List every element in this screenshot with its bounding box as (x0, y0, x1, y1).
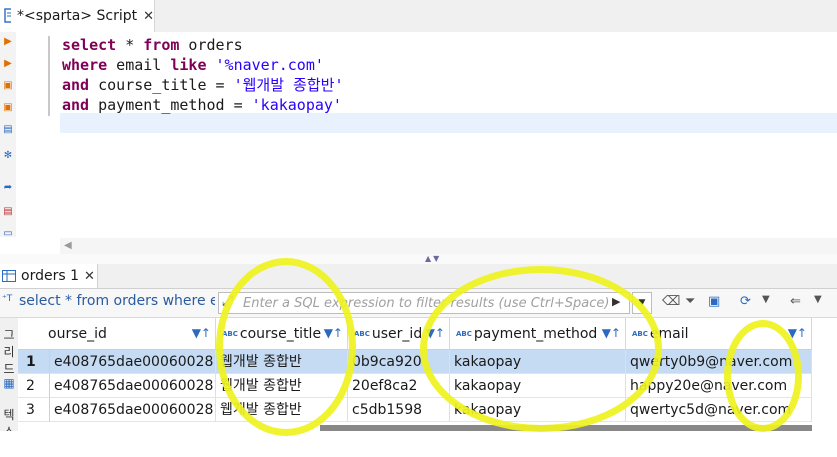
table-cell[interactable]: 웹개발 종합반 (216, 398, 348, 422)
arrow-left-icon[interactable]: ⇐ (790, 294, 801, 309)
chevron-down-icon[interactable]: ▼ (814, 294, 822, 305)
tab-orders-1[interactable]: orders 1 ✕ (0, 264, 98, 288)
expand-icon[interactable]: ⤢ (222, 293, 233, 309)
close-icon[interactable]: ✕ (143, 9, 154, 24)
column-header-user-id[interactable]: ABC user_id ▼↑ (348, 318, 450, 350)
table-cell[interactable]: kakaopay (450, 398, 626, 422)
results-tab-bar (0, 264, 837, 289)
row-number[interactable]: 1 (18, 350, 50, 374)
table-cell[interactable]: 웹개발 종합반 (216, 374, 348, 398)
grid-bottom-area (0, 431, 837, 455)
row-number[interactable]: 3 (18, 398, 50, 422)
table-cell[interactable]: qwertyc5d@naver.com (626, 398, 812, 422)
splitter-toggle-icon[interactable]: ▲▼ (425, 254, 441, 263)
column-header-course-title[interactable]: ABC course_title ▼↑ (216, 318, 348, 350)
table-cell[interactable]: kakaopay (450, 350, 626, 374)
editor-gutter (16, 32, 50, 237)
filter-icon[interactable]: ▼↑ (324, 326, 343, 340)
table-cell[interactable]: e408765dae0006002816 (50, 374, 216, 398)
table-cell[interactable]: 20ef8ca2 (348, 374, 450, 398)
column-header-email[interactable]: ABC email ▼↑ (626, 318, 812, 350)
table-icon (2, 270, 16, 282)
filter-history-dropdown[interactable]: ▼ (632, 292, 652, 314)
filter-icon[interactable]: ▼↑ (788, 326, 807, 340)
fold-marker (48, 36, 50, 116)
load-plan-icon[interactable]: ▣ (2, 102, 14, 114)
export-icon[interactable]: ➦ (2, 182, 14, 194)
filter-icon[interactable]: ▼↑ (426, 326, 445, 340)
document-icon[interactable]: ▤ (2, 124, 14, 136)
eraser-icon[interactable]: ⌫ (662, 294, 680, 309)
editor-horizontal-scrollbar[interactable] (60, 238, 837, 254)
filter-icon[interactable]: ▼↑ (192, 326, 211, 340)
panel-splitter[interactable] (0, 254, 837, 264)
close-icon[interactable]: ✕ (84, 269, 95, 284)
active-query-label: select * from orders where em (19, 293, 215, 309)
sql-line-3[interactable]: and course_title = '웹개발 종합반' (62, 75, 344, 95)
grid-icon[interactable]: ▦ (1, 376, 17, 390)
query-text-icon: ⁺T (2, 294, 13, 304)
table-cell[interactable]: e408765dae0006002816 (50, 350, 216, 374)
variables-icon[interactable]: ▭ (2, 228, 14, 240)
sql-script-icon (4, 8, 11, 23)
error-icon[interactable]: ▤ (2, 206, 14, 218)
scroll-left-icon[interactable]: ◀ (64, 240, 72, 251)
table-cell[interactable]: kakaopay (450, 374, 626, 398)
table-cell[interactable]: 웹개발 종합반 (216, 350, 348, 374)
filter-expression-input[interactable] (218, 292, 630, 314)
tab-orders-label: orders 1 (21, 268, 79, 284)
execute-icon[interactable]: ▶ (2, 36, 14, 48)
save-icon[interactable]: ▣ (708, 294, 720, 309)
sql-line-1[interactable]: select * from orders (62, 35, 243, 55)
column-header-course-id[interactable]: ourse_id ▼↑ (18, 318, 216, 350)
execute-script-icon[interactable]: ▶ (2, 58, 14, 70)
column-header-payment-method[interactable]: ABC payment_method ▼↑ (450, 318, 626, 350)
table-cell[interactable]: qwerty0b9@naver.com (626, 350, 812, 374)
side-tab-grid[interactable]: 그리드 (1, 326, 17, 377)
filter-icon[interactable]: ▼↑ (602, 326, 621, 340)
table-cell[interactable]: c5db1598 (348, 398, 450, 422)
run-filter-icon[interactable]: ▶ (612, 295, 620, 308)
tab-script-label: *<sparta> Script (16, 8, 138, 24)
table-cell[interactable]: e408765dae0006002816 (50, 398, 216, 422)
gear-icon[interactable]: ✻ (2, 150, 14, 162)
row-number[interactable]: 2 (18, 374, 50, 398)
editor-side-toolbar: ▶ ▶ ▣ ▣ ▤ ✻ ➦ ▤ ▭ (0, 32, 16, 240)
refresh-icon[interactable]: ⟳ (740, 294, 751, 309)
funnel-icon[interactable]: ⏷ (685, 294, 695, 309)
chevron-down-icon[interactable]: ▼ (762, 294, 770, 305)
explain-icon[interactable]: ▣ (2, 80, 14, 92)
table-cell[interactable]: happy20e@naver.com (626, 374, 812, 398)
current-line-highlight (60, 113, 837, 133)
sql-line-2[interactable]: where email like '%naver.com' (62, 55, 324, 75)
table-cell[interactable]: 0b9ca920 (348, 350, 450, 374)
tab-script[interactable]: *<sparta> Script ✕ (0, 0, 155, 32)
sql-line-4[interactable]: and payment_method = 'kakaopay' (62, 95, 342, 115)
